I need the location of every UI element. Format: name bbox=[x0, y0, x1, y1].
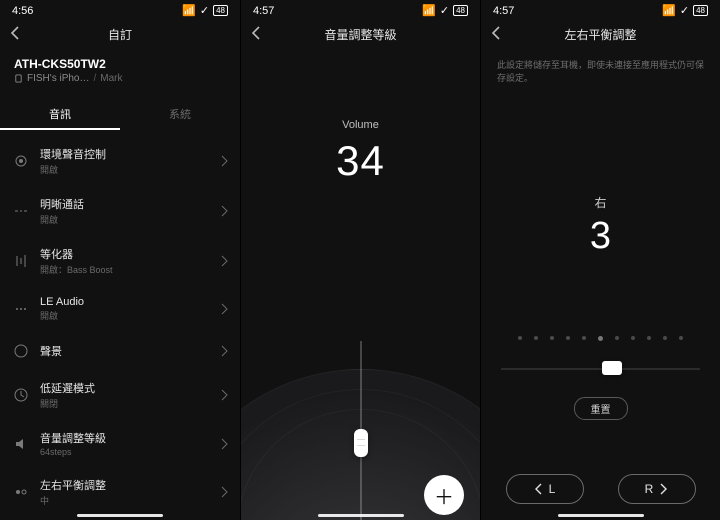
status-right: 📶 ✓ 48 bbox=[182, 4, 228, 17]
device-profile: Mark bbox=[100, 73, 122, 84]
chevron-right-icon bbox=[220, 155, 228, 167]
chevron-right-icon bbox=[220, 486, 228, 498]
volume-panel: Volume 34 ＋ − 16steps 32steps 64steps bbox=[241, 119, 480, 520]
status-time: 4:56 bbox=[12, 5, 33, 17]
wifi-icon: ✓ bbox=[200, 4, 209, 17]
battery-icon: 48 bbox=[693, 5, 708, 16]
screen-customize: 4:56 📶 ✓ 48 自訂 ATH-CKS50TW2 FISH's iPho…… bbox=[0, 0, 240, 520]
voice-icon bbox=[12, 202, 30, 220]
chevron-right-icon bbox=[220, 345, 228, 357]
device-sub: FISH's iPho… / Mark bbox=[14, 73, 226, 84]
nav-title: 左右平衡調整 bbox=[564, 26, 636, 43]
chevron-right-icon bbox=[220, 438, 228, 450]
item-balance[interactable]: 左右平衡調整中 bbox=[0, 467, 240, 517]
item-equalizer[interactable]: 等化器開啟：Bass Boost bbox=[0, 236, 240, 286]
volume-thumb[interactable] bbox=[354, 429, 368, 457]
balance-center-dot bbox=[598, 336, 603, 341]
status-bar: 4:57 📶 ✓ 48 bbox=[481, 0, 720, 19]
volume-icon bbox=[12, 435, 30, 453]
wifi-icon: ✓ bbox=[680, 4, 689, 17]
status-time: 4:57 bbox=[493, 5, 514, 17]
item-low-latency[interactable]: 低延遲模式關閉 bbox=[0, 370, 240, 420]
device-source: FISH's iPho… bbox=[27, 73, 89, 84]
ambient-icon bbox=[12, 152, 30, 170]
settings-list: 環境聲音控制開啟 明晰通話開啟 等化器開啟：Bass Boost LE Audi… bbox=[0, 136, 240, 520]
balance-value: 3 bbox=[481, 215, 720, 258]
chevron-right-icon bbox=[659, 483, 668, 495]
back-icon[interactable] bbox=[10, 25, 20, 41]
home-indicator[interactable] bbox=[558, 514, 644, 517]
chevron-right-icon bbox=[220, 205, 228, 217]
phone-icon bbox=[14, 74, 23, 83]
le-audio-icon bbox=[12, 300, 30, 318]
screen-balance: 4:57 📶 ✓ 48 左右平衡調整 此設定將儲存至耳機，即使未連接至應用程式仍… bbox=[480, 0, 720, 520]
status-time: 4:57 bbox=[253, 5, 274, 17]
balance-side-label: 右 bbox=[481, 194, 720, 211]
device-block: ATH-CKS50TW2 FISH's iPho… / Mark bbox=[0, 49, 240, 90]
balance-lr-buttons: L R bbox=[481, 474, 720, 504]
low-latency-icon bbox=[12, 386, 30, 404]
nav-header: 音量調整等級 bbox=[241, 19, 480, 49]
chevron-right-icon bbox=[220, 255, 228, 267]
nav-header: 左右平衡調整 bbox=[481, 19, 720, 49]
volume-label: Volume bbox=[241, 119, 480, 131]
nav-title: 音量調整等級 bbox=[324, 26, 396, 43]
soundscape-icon bbox=[12, 342, 30, 360]
balance-slider[interactable] bbox=[501, 359, 700, 379]
battery-icon: 48 bbox=[453, 5, 468, 16]
signal-icon: 📶 bbox=[422, 4, 436, 17]
screen-volume-steps: 4:57 📶 ✓ 48 音量調整等級 Volume 34 ＋ − 16steps… bbox=[240, 0, 480, 520]
balance-dots bbox=[481, 336, 720, 341]
item-clear-call[interactable]: 明晰通話開啟 bbox=[0, 186, 240, 236]
back-icon[interactable] bbox=[491, 25, 501, 41]
chevron-right-icon bbox=[220, 389, 228, 401]
home-indicator[interactable] bbox=[318, 514, 404, 517]
balance-right-button[interactable]: R bbox=[618, 474, 696, 504]
tab-system[interactable]: 系統 bbox=[120, 100, 240, 130]
nav-title: 自訂 bbox=[108, 26, 132, 43]
volume-value: 34 bbox=[241, 137, 480, 185]
balance-display: 右 3 bbox=[481, 194, 720, 258]
signal-icon: 📶 bbox=[182, 4, 196, 17]
balance-thumb[interactable] bbox=[602, 361, 622, 375]
item-ambient-sound[interactable]: 環境聲音控制開啟 bbox=[0, 136, 240, 186]
equalizer-icon bbox=[12, 252, 30, 270]
item-volume-steps[interactable]: 音量調整等級64steps bbox=[0, 420, 240, 467]
home-indicator[interactable] bbox=[77, 514, 163, 517]
status-bar: 4:57 📶 ✓ 48 bbox=[241, 0, 480, 19]
item-soundscape[interactable]: 聲景 bbox=[0, 332, 240, 370]
balance-left-button[interactable]: L bbox=[506, 474, 584, 504]
wifi-icon: ✓ bbox=[440, 4, 449, 17]
nav-header: 自訂 bbox=[0, 19, 240, 49]
balance-hint: 此設定將儲存至耳機，即使未連接至應用程式仍可保存設定。 bbox=[481, 49, 720, 84]
chevron-right-icon bbox=[220, 303, 228, 315]
tabs: 音訊 系統 bbox=[0, 100, 240, 130]
status-bar: 4:56 📶 ✓ 48 bbox=[0, 0, 240, 19]
device-name: ATH-CKS50TW2 bbox=[14, 57, 226, 71]
reset-button[interactable]: 重置 bbox=[574, 397, 628, 420]
balance-icon bbox=[12, 483, 30, 501]
signal-icon: 📶 bbox=[662, 4, 676, 17]
chevron-left-icon bbox=[534, 483, 543, 495]
back-icon[interactable] bbox=[251, 25, 261, 41]
tab-audio[interactable]: 音訊 bbox=[0, 100, 120, 130]
item-le-audio[interactable]: LE Audio開啟 bbox=[0, 286, 240, 332]
volume-plus-button[interactable]: ＋ bbox=[424, 475, 464, 515]
battery-icon: 48 bbox=[213, 5, 228, 16]
